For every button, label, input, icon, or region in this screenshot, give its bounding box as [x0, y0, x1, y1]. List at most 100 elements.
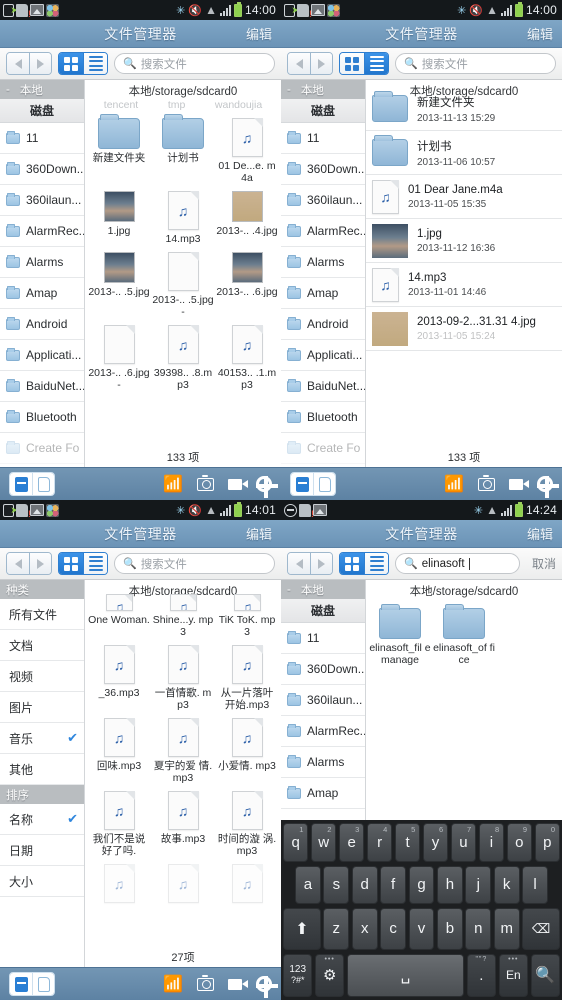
back-button[interactable] — [288, 53, 310, 74]
key-c[interactable]: c — [380, 908, 407, 950]
space-key[interactable]: ␣ — [346, 953, 465, 997]
camera-icon[interactable] — [478, 474, 495, 491]
search-input[interactable]: 🔍 搜索文件 — [114, 553, 275, 574]
video-icon[interactable] — [509, 478, 529, 490]
symbols-key[interactable]: 123 ?#* — [282, 953, 313, 997]
key-v[interactable]: v — [408, 908, 435, 950]
sort-item-name[interactable]: 名称 ✔ — [0, 804, 84, 835]
forward-button[interactable] — [29, 53, 51, 74]
list-view-button[interactable] — [364, 53, 388, 74]
sidebar-item[interactable]: Applicati... — [0, 340, 84, 371]
sidebar-item[interactable]: 360ilaun... — [281, 685, 365, 716]
filter-item-all-files[interactable]: 所有文件 — [0, 599, 84, 630]
list-view-button[interactable] — [83, 53, 107, 74]
filter-item-videos[interactable]: 视频 — [0, 661, 84, 692]
sidebar-item[interactable]: AlarmRec... — [281, 216, 365, 247]
document-mode-button[interactable] — [313, 473, 335, 495]
file-item[interactable]: 2013-.. .6.jpg- — [87, 320, 151, 393]
file-item[interactable]: ♫ 回味.mp3 — [87, 713, 151, 786]
sidebar-item[interactable]: Alarms — [0, 247, 84, 278]
list-item[interactable]: 新建文件夹 2013-11-13 15:29 — [366, 87, 562, 131]
key-r[interactable]: 4r — [366, 823, 393, 862]
cancel-button[interactable]: 取消 — [526, 555, 556, 572]
video-icon[interactable] — [228, 978, 248, 990]
file-item[interactable]: ♫ 时间的漩 涡.mp3 — [215, 786, 279, 859]
sidebar-item[interactable]: BaiduNet... — [281, 371, 365, 402]
key-m[interactable]: m — [493, 908, 520, 950]
back-button[interactable] — [7, 53, 29, 74]
list-view-button[interactable] — [364, 553, 388, 574]
list-item[interactable]: ♫ 01 Dear Jane.m4a 2013-11-05 15:35 — [366, 175, 562, 219]
forward-button[interactable] — [310, 553, 332, 574]
key-w[interactable]: 2w — [310, 823, 337, 862]
period-key[interactable]: ""?. — [466, 953, 497, 997]
list-item[interactable]: 2013-09-2...31.31 4.jpg 2013-11-05 15:24 — [366, 307, 562, 351]
key-t[interactable]: 5t — [394, 823, 421, 862]
delete-key[interactable]: ⌫ — [522, 908, 561, 950]
key-u[interactable]: 7u — [450, 823, 477, 862]
gear-icon[interactable] — [537, 476, 559, 498]
sidebar-item[interactable]: Create Fo — [0, 433, 84, 464]
grid-view-button[interactable] — [59, 553, 83, 574]
key-g[interactable]: g — [408, 865, 435, 904]
file-item[interactable]: 1.jpg — [87, 186, 151, 247]
virtual-keyboard[interactable]: 1q 2w 3e 4r 5t 6y 7u 8i 9o 0p a s d f g … — [281, 820, 562, 1000]
sidebar-item[interactable]: Alarms — [281, 247, 365, 278]
key-n[interactable]: n — [465, 908, 492, 950]
file-item[interactable]: ♫ — [87, 859, 151, 908]
key-f[interactable]: f — [380, 865, 407, 904]
sidebar-item[interactable]: Android — [0, 309, 84, 340]
sidebar-item[interactable]: Alarms — [281, 747, 365, 778]
device-mode-button[interactable] — [291, 473, 313, 495]
sidebar-item[interactable]: 11 — [281, 123, 365, 154]
file-item[interactable]: elinasoft_fil emanage — [368, 603, 432, 668]
video-icon[interactable] — [228, 478, 248, 490]
key-i[interactable]: 8i — [478, 823, 505, 862]
sidebar-item[interactable]: Android — [281, 309, 365, 340]
filter-item-images[interactable]: 图片 — [0, 692, 84, 723]
grid-view-button[interactable] — [340, 553, 364, 574]
sidebar-item[interactable]: Amap — [281, 278, 365, 309]
file-item[interactable]: ♫ — [215, 859, 279, 908]
file-item[interactable]: ♫ 01 De...e. m4a — [215, 113, 279, 186]
filter-item-music[interactable]: 音乐 ✔ — [0, 723, 84, 754]
key-d[interactable]: d — [351, 865, 378, 904]
sidebar-item[interactable]: Amap — [281, 778, 365, 809]
sidebar-subheader[interactable]: 磁盘 — [281, 99, 365, 123]
shift-key[interactable]: ⬆ — [282, 908, 321, 950]
edit-button[interactable]: 编辑 — [246, 524, 272, 543]
sort-item-size[interactable]: 大小 — [0, 866, 84, 897]
sidebar-item[interactable]: BaiduNet... — [0, 371, 84, 402]
file-item[interactable]: 2013-.. .4.jpg — [215, 186, 279, 247]
sidebar-item[interactable]: Create Fo — [281, 433, 365, 464]
forward-button[interactable] — [29, 553, 51, 574]
key-o[interactable]: 9o — [506, 823, 533, 862]
document-mode-button[interactable] — [32, 973, 54, 995]
file-item[interactable]: ♫ 40153.. .1.mp3 — [215, 320, 279, 393]
key-s[interactable]: s — [323, 865, 350, 904]
file-item[interactable]: ♫ One Woman. — [87, 589, 151, 640]
edit-button[interactable]: 编辑 — [527, 24, 553, 43]
file-item[interactable]: 2013-.. .5.jpg — [87, 247, 151, 320]
key-e[interactable]: 3e — [338, 823, 365, 862]
file-item[interactable]: ♫ 从一片落叶 开始.mp3 — [215, 640, 279, 713]
file-item[interactable]: ♫ 故事.mp3 — [151, 786, 215, 859]
list-item[interactable]: ♫ 14.mp3 2013-11-01 14:46 — [366, 263, 562, 307]
edit-button[interactable]: 编辑 — [246, 24, 272, 43]
file-item[interactable]: ♫ 一首情歌. mp3 — [151, 640, 215, 713]
sidebar-item[interactable]: Bluetooth — [281, 402, 365, 433]
list-item[interactable]: 计划书 2013-11-06 10:57 — [366, 131, 562, 175]
key-k[interactable]: k — [493, 865, 520, 904]
wifi-icon[interactable]: 📶 — [444, 474, 464, 494]
list-view-button[interactable] — [83, 553, 107, 574]
sidebar-item[interactable]: Amap — [0, 278, 84, 309]
sidebar-item[interactable]: 360Down... — [281, 654, 365, 685]
grid-view-button[interactable] — [59, 53, 83, 74]
forward-button[interactable] — [310, 53, 332, 74]
gear-icon[interactable] — [256, 976, 278, 998]
file-item[interactable]: ♫ 小爱情. mp3 — [215, 713, 279, 786]
sidebar-subheader[interactable]: 磁盘 — [0, 99, 84, 123]
key-z[interactable]: z — [323, 908, 350, 950]
keyboard-search-key[interactable]: 🔍 — [530, 953, 561, 997]
file-item[interactable]: ♫ — [151, 859, 215, 908]
